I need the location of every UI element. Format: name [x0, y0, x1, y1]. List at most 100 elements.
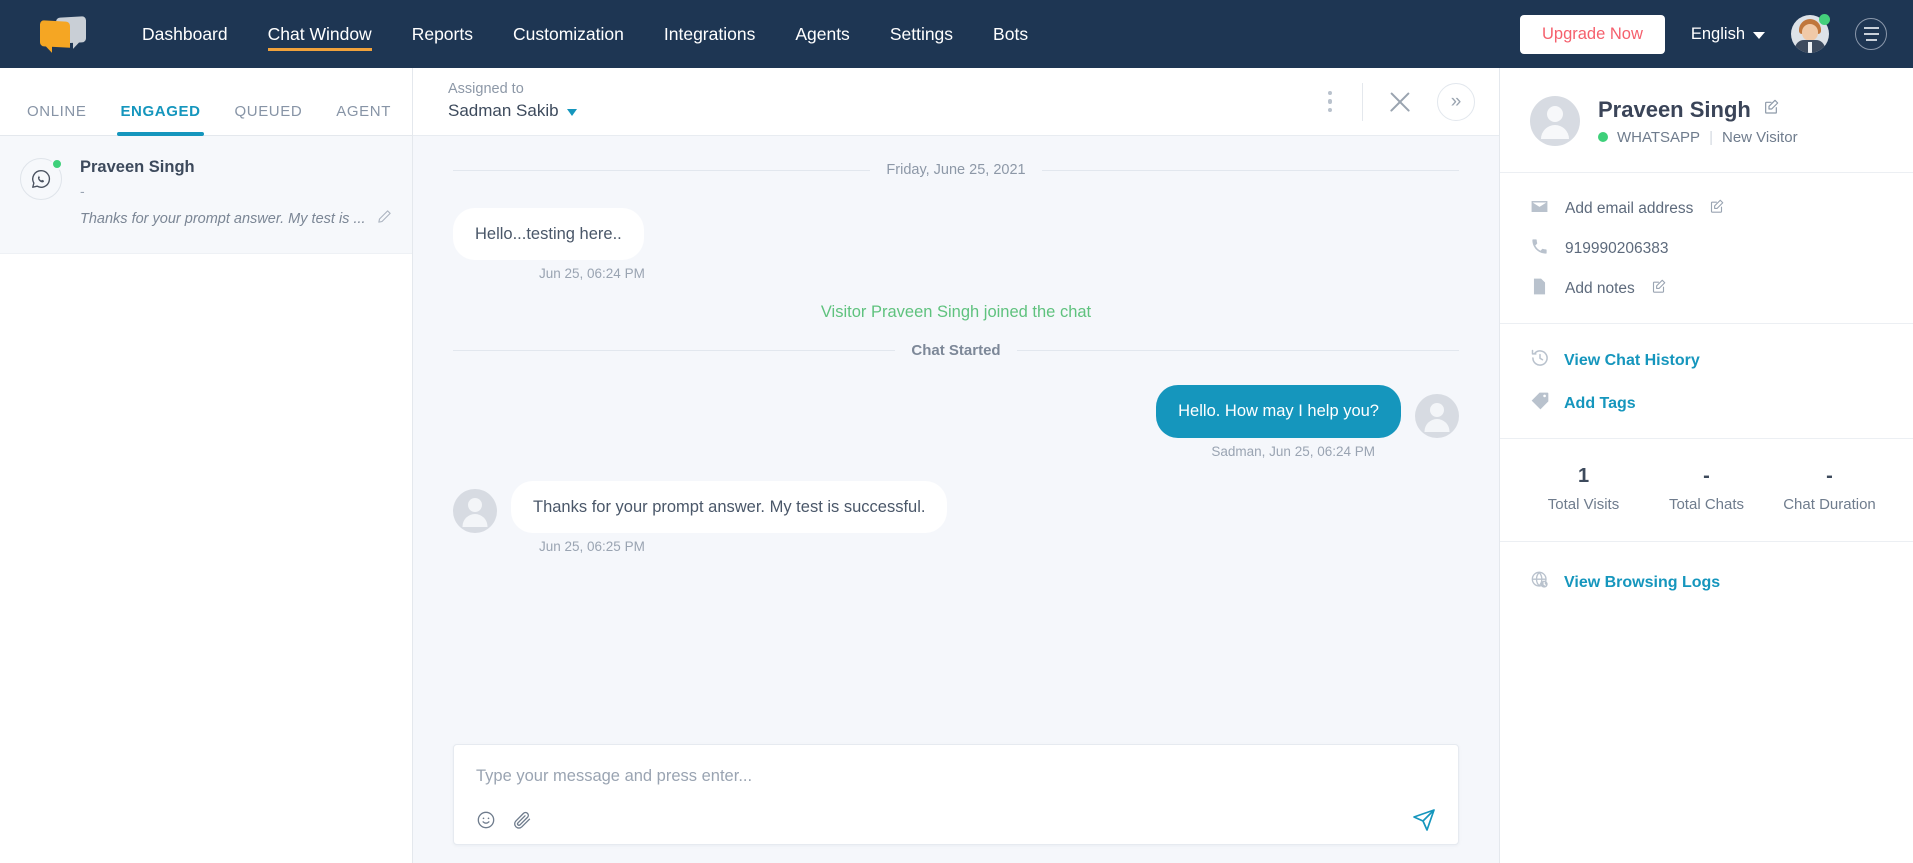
edit-email-icon[interactable]	[1709, 199, 1724, 219]
channel-badge	[20, 158, 63, 200]
nav-label: Integrations	[663, 23, 756, 44]
nav-item-settings[interactable]: Settings	[870, 0, 973, 68]
browsing-logs-section: View Browsing Logs	[1500, 542, 1913, 623]
message-timestamp: Jun 25, 06:25 PM	[539, 538, 645, 554]
user-avatar[interactable]	[1791, 14, 1830, 53]
visitor-identity: Praveen Singh WHATSAPP | New Visitor	[1598, 97, 1798, 146]
upgrade-now-button[interactable]: Upgrade Now	[1519, 14, 1665, 54]
assigned-to-label: Assigned to	[448, 81, 524, 98]
tag-icon	[1530, 391, 1550, 416]
attachment-icon[interactable]	[512, 810, 532, 830]
stat-total-chats: - Total Chats	[1645, 465, 1768, 513]
view-browsing-logs-label: View Browsing Logs	[1564, 573, 1721, 591]
list-item[interactable]: Praveen Singh - Thanks for your prompt a…	[0, 136, 412, 254]
message-timestamp: Sadman, Jun 25, 06:24 PM	[1211, 443, 1375, 459]
info-row-phone: 919990206383	[1530, 237, 1883, 261]
assigned-to-dropdown[interactable]: Sadman Sakib	[448, 100, 577, 123]
nav-label: Bots	[993, 23, 1029, 44]
emoji-icon[interactable]	[476, 810, 496, 830]
more-options-icon[interactable]	[1320, 85, 1341, 119]
visitor-avatar	[453, 488, 497, 533]
info-row-email[interactable]: Add email address	[1530, 197, 1883, 221]
edit-pencil-icon[interactable]	[377, 209, 392, 229]
nav-item-chat-window[interactable]: Chat Window	[248, 0, 392, 68]
tab-online[interactable]: ONLINE	[10, 103, 103, 135]
list-item-subtitle: -	[80, 183, 85, 199]
nav-label: Chat Window	[267, 23, 372, 44]
visitor-online-dot	[51, 158, 63, 170]
stat-chat-duration: - Chat Duration	[1768, 465, 1891, 513]
chat-started-divider: Chat Started	[453, 342, 1459, 359]
tab-queued[interactable]: QUEUED	[218, 103, 320, 135]
composer-toolbar	[476, 808, 1436, 832]
conversation-header: Assigned to Sadman Sakib »	[413, 68, 1499, 136]
stat-total-visits: 1 Total Visits	[1522, 465, 1645, 513]
visitor-name-row: Praveen Singh	[1598, 97, 1798, 123]
view-chat-history-link[interactable]: View Chat History	[1530, 348, 1883, 373]
nav-label: Reports	[411, 23, 473, 44]
message-row: Hello. How may I help you?	[453, 385, 1459, 438]
chat-list: Praveen Singh - Thanks for your prompt a…	[0, 136, 412, 863]
message-input[interactable]	[476, 761, 1436, 808]
nav-item-customization[interactable]: Customization	[493, 0, 644, 68]
visitor-channel: WHATSAPP	[1617, 128, 1701, 146]
divider	[1362, 82, 1363, 121]
top-navigation-bar: Dashboard Chat Window Reports Customizat…	[0, 0, 1913, 68]
nav-label: Customization	[512, 23, 624, 44]
edit-notes-icon[interactable]	[1651, 279, 1666, 299]
list-item-name: Praveen Singh	[80, 158, 195, 176]
message-timestamp: Jun 25, 06:24 PM	[539, 266, 645, 282]
visitor-contact-info: Add email address 919990206383 Add notes	[1500, 173, 1913, 324]
visitor-details-panel: Praveen Singh WHATSAPP | New Visitor Add…	[1500, 68, 1913, 863]
info-row-notes[interactable]: Add notes	[1530, 277, 1883, 301]
add-tags-link[interactable]: Add Tags	[1530, 391, 1883, 416]
stat-value: 1	[1577, 465, 1590, 487]
app-logo[interactable]	[40, 16, 86, 51]
view-browsing-logs-link[interactable]: View Browsing Logs	[1530, 570, 1883, 595]
stat-label: Total Visits	[1547, 496, 1620, 513]
chat-filter-tabs: ONLINE ENGAGED QUEUED AGENT	[0, 68, 412, 136]
nav-label: Dashboard	[142, 23, 228, 44]
visitor-stats: 1 Total Visits - Total Chats - Chat Dura…	[1500, 439, 1913, 542]
list-item-preview-row: Thanks for your prompt answer. My test i…	[80, 209, 392, 229]
add-email-label[interactable]: Add email address	[1565, 200, 1693, 218]
send-message-button[interactable]	[1412, 808, 1436, 832]
chat-list-panel: ONLINE ENGAGED QUEUED AGENT Praveen Sing…	[0, 68, 413, 863]
nav-item-bots[interactable]: Bots	[973, 0, 1048, 68]
visitor-type: New Visitor	[1721, 128, 1798, 146]
close-icon[interactable]	[1385, 87, 1415, 117]
visitor-avatar	[1530, 96, 1580, 146]
view-chat-history-label: View Chat History	[1564, 351, 1700, 369]
visitor-header: Praveen Singh WHATSAPP | New Visitor	[1500, 68, 1913, 173]
conversation-panel: Assigned to Sadman Sakib » Friday, June …	[413, 68, 1500, 863]
message-bubble-incoming: Thanks for your prompt answer. My test i…	[511, 480, 948, 533]
visitor-channel-row: WHATSAPP | New Visitor	[1598, 129, 1798, 146]
message-bubble-outgoing: Hello. How may I help you?	[1156, 385, 1401, 438]
tab-engaged[interactable]: ENGAGED	[103, 103, 217, 136]
visitor-actions: View Chat History Add Tags	[1500, 324, 1913, 439]
collapse-panel-icon[interactable]: »	[1437, 82, 1475, 121]
chat-started-label: Chat Started	[911, 342, 1001, 360]
nav-item-reports[interactable]: Reports	[392, 0, 493, 68]
message-row: Thanks for your prompt answer. My test i…	[453, 480, 1459, 533]
tab-agent[interactable]: AGENT	[319, 103, 408, 135]
notes-icon	[1530, 277, 1549, 301]
message-row: Hello...testing here..	[453, 208, 1459, 261]
stat-label: Chat Duration	[1783, 496, 1876, 513]
assigned-to-block: Assigned to Sadman Sakib	[448, 80, 577, 123]
nav-item-integrations[interactable]: Integrations	[644, 0, 775, 68]
globe-clock-icon	[1530, 570, 1550, 595]
edit-visitor-icon[interactable]	[1763, 99, 1779, 120]
hamburger-menu-icon[interactable]	[1855, 18, 1887, 50]
conversation-header-actions: »	[1320, 82, 1475, 121]
visitor-name: Praveen Singh	[1598, 96, 1751, 122]
nav-item-agents[interactable]: Agents	[775, 0, 869, 68]
language-label: English	[1690, 24, 1745, 43]
date-divider: Friday, June 25, 2021	[453, 162, 1459, 178]
app-body: ONLINE ENGAGED QUEUED AGENT Praveen Sing…	[0, 68, 1913, 863]
agent-avatar	[1415, 393, 1459, 438]
language-selector[interactable]: English	[1691, 25, 1765, 44]
nav-item-dashboard[interactable]: Dashboard	[122, 0, 248, 68]
add-notes-label[interactable]: Add notes	[1565, 280, 1635, 298]
separator: |	[1709, 128, 1713, 146]
